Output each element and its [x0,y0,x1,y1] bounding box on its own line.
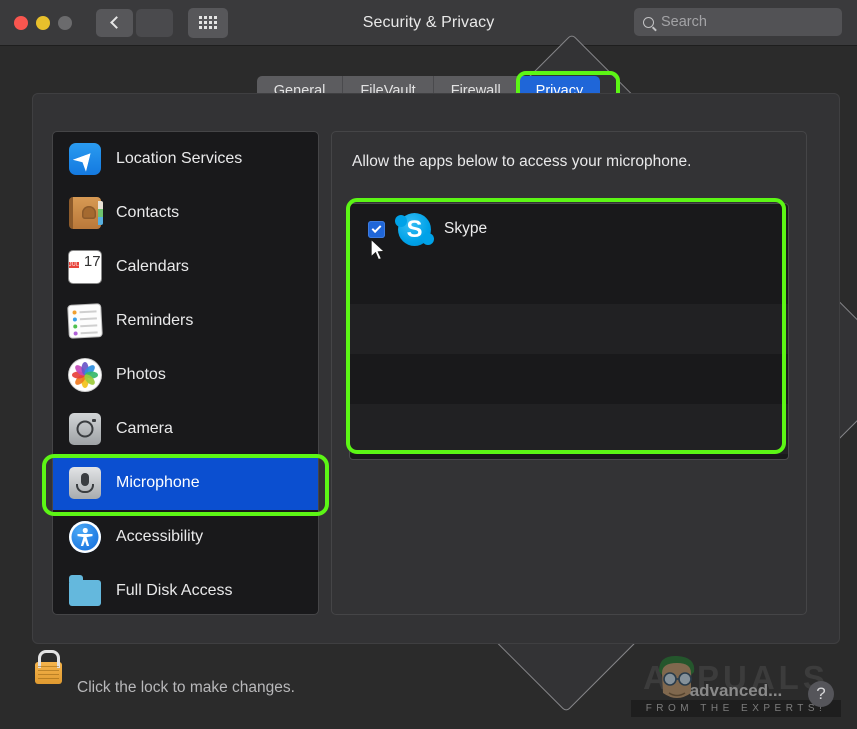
sidebar-item-reminders[interactable]: Reminders [53,294,318,348]
list-item[interactable] [350,404,788,454]
camera-icon [69,413,101,445]
sidebar-item-label: Photos [116,366,166,383]
checkmark-icon [371,222,382,233]
navigation-buttons [96,8,857,713]
watermark-mascot-icon [659,655,695,698]
help-button[interactable]: ? [808,681,834,707]
close-button[interactable] [14,15,28,30]
traffic-lights [14,15,72,30]
grid-dot-icon [199,21,202,24]
search-placeholder: Search [661,14,707,30]
zoom-button[interactable] [58,15,72,30]
folder-icon [69,574,101,606]
panel-heading: Allow the apps below to access your micr… [352,153,692,170]
sidebar-item-label: Calendars [116,258,189,275]
list-item[interactable] [350,354,788,404]
window-footer: Click the lock to make changes. APPUALS … [0,644,857,729]
chevron-left-icon [109,16,123,29]
sidebar-item-label: Microphone [116,474,200,491]
grid-dot-icon [204,16,207,19]
sidebar-item-location-services[interactable]: Location Services [53,132,318,186]
app-name-label: Skype [444,220,488,237]
back-button[interactable] [96,8,133,37]
grid-dot-icon [214,26,217,29]
photos-icon [69,359,101,391]
calendar-month-label: JUL [69,262,80,268]
sidebar-item-label: Contacts [116,204,180,221]
sidebar-item-label: Reminders [116,312,194,329]
sidebar-item-label: Full Disk Access [116,582,233,599]
calendar-day-label: 17 [83,253,101,270]
grid-dot-icon [214,21,217,24]
grid-dot-icon [199,16,202,19]
sidebar-item-accessibility[interactable]: Accessibility [53,510,318,564]
lock-closed-icon[interactable] [35,662,62,684]
contacts-icon [69,197,103,229]
skype-icon: S [395,212,434,246]
list-item[interactable]: S Skype [350,204,788,254]
lock-hint-text: Click the lock to make changes. [77,679,295,696]
grid-dot-icon [204,21,207,24]
microphone-icon [69,467,101,499]
list-item[interactable] [350,304,788,354]
grid-dot-icon [209,26,212,29]
calendars-icon: JUL 17 [69,251,101,283]
sidebar-item-contacts[interactable]: Contacts [53,186,318,240]
grid-dot-icon [209,21,212,24]
show-all-preferences-button[interactable] [188,7,228,38]
search-field[interactable]: Search [634,8,842,36]
grid-dot-icon [214,16,217,19]
sidebar-item-calendars[interactable]: JUL 17 Calendars [53,240,318,294]
location-services-icon [69,143,101,175]
sidebar-item-label: Accessibility [116,528,204,545]
search-icon [643,16,654,28]
forward-button[interactable] [136,8,857,713]
minimize-button[interactable] [36,15,50,30]
grid-dot-icon [204,26,207,29]
window-titlebar: Security & Privacy Search [0,0,857,713]
skype-icon-initial: S [406,215,423,243]
reminders-icon [68,304,102,338]
allowed-apps-list[interactable]: S Skype [349,203,789,460]
sidebar-item-label: Camera [116,420,173,437]
sidebar-item-photos[interactable]: Photos [53,348,318,402]
sidebar-item-camera[interactable]: Camera [53,402,318,456]
accessibility-icon [69,521,101,553]
sidebar-item-full-disk-access[interactable]: Full Disk Access [53,564,318,614]
app-permission-checkbox[interactable] [368,220,385,238]
grid-dot-icon [209,16,212,19]
sidebar-item-label: Location Services [116,150,243,167]
sidebar-item-microphone[interactable]: Microphone [53,456,318,510]
privacy-detail-panel: Allow the apps below to access your micr… [331,131,807,615]
grid-dot-icon [199,26,202,29]
privacy-category-list[interactable]: Location Services Contacts JUL 17 Calend… [52,131,319,615]
watermark-tagline: FROM THE EXPERTS! [631,700,841,717]
list-item[interactable] [350,254,788,304]
